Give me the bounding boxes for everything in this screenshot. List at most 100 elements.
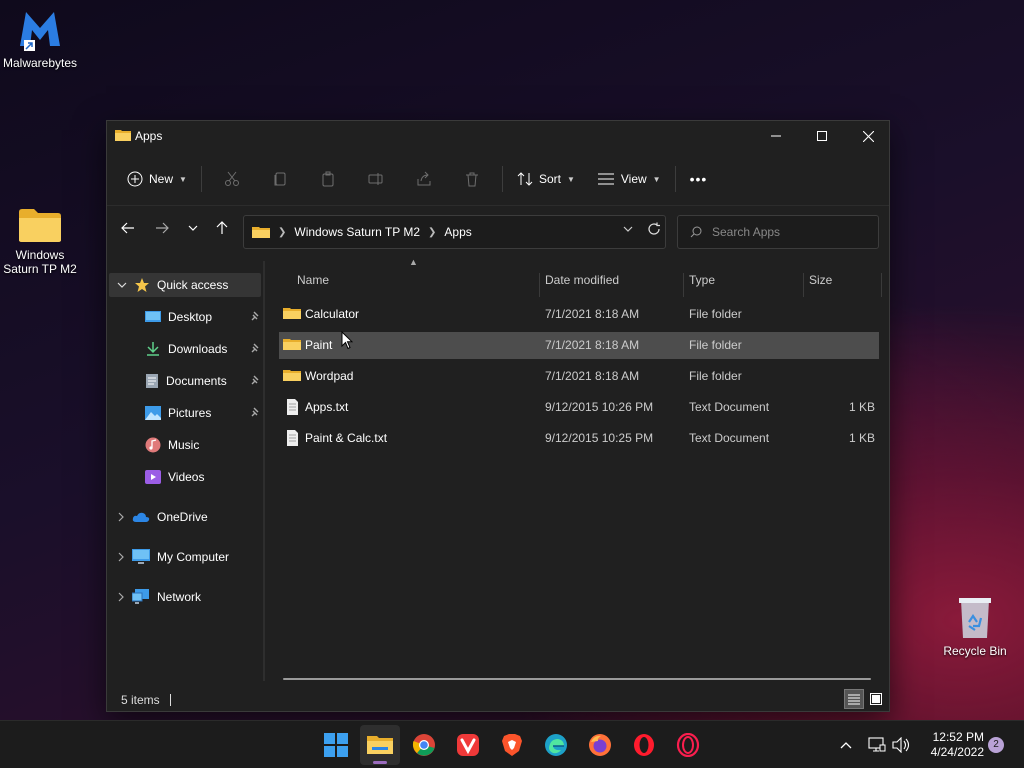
tiles-view-button[interactable]: [866, 689, 886, 709]
computer-icon: [132, 549, 150, 564]
file-row[interactable]: Wordpad 7/1/2021 8:18 AM File folder: [279, 363, 879, 390]
folder-icon: [283, 339, 301, 350]
taskbar-file-explorer[interactable]: [360, 725, 400, 765]
paste-button[interactable]: [304, 163, 352, 195]
sidebar-item-documents[interactable]: Documents: [145, 369, 261, 393]
see-more-button[interactable]: •••: [682, 163, 716, 195]
refresh-icon[interactable]: [647, 222, 661, 236]
edge-icon: [545, 734, 567, 756]
navigation-pane: Quick access Desktop Downloads Documents…: [107, 261, 265, 681]
back-button[interactable]: [115, 216, 141, 240]
file-size: 1 KB: [848, 431, 875, 445]
details-view-button[interactable]: [844, 689, 864, 709]
sidebar-item-label: OneDrive: [157, 510, 208, 524]
maximize-icon: [817, 131, 827, 141]
folder-icon: [19, 209, 61, 242]
view-list-icon: [597, 173, 614, 185]
column-header-date[interactable]: Date modified: [539, 273, 679, 297]
taskbar-vivaldi[interactable]: [448, 725, 488, 765]
sidebar-item-onedrive[interactable]: OneDrive: [117, 505, 261, 529]
horizontal-scrollbar[interactable]: [283, 678, 871, 680]
breadcrumb-segment[interactable]: Apps: [444, 225, 471, 239]
text-file-icon: [287, 399, 298, 415]
download-icon: [147, 342, 159, 356]
copy-icon: [274, 172, 286, 186]
notification-badge[interactable]: 2: [988, 737, 1004, 753]
start-button[interactable]: [316, 725, 356, 765]
column-header-label: Type: [689, 273, 716, 287]
sidebar-item-network[interactable]: Network: [117, 585, 261, 609]
rename-button[interactable]: [352, 163, 400, 195]
taskbar-chrome[interactable]: [404, 725, 444, 765]
toolbar-divider: [501, 166, 503, 192]
sort-label: Sort: [538, 172, 561, 186]
taskbar-opera-gx[interactable]: [668, 725, 708, 765]
up-button[interactable]: [209, 216, 235, 240]
copy-button[interactable]: [256, 163, 304, 195]
column-header-name[interactable]: Name: [297, 273, 537, 297]
sidebar-item-music[interactable]: Music: [145, 433, 261, 457]
column-header-label: Size: [809, 273, 833, 287]
recent-locations-button[interactable]: [180, 216, 206, 240]
network-status-button[interactable]: [868, 721, 886, 768]
column-header-size[interactable]: Size: [803, 273, 883, 297]
column-divider[interactable]: [881, 273, 882, 297]
maximize-button[interactable]: [799, 121, 845, 151]
show-hidden-icons-button[interactable]: [840, 721, 852, 768]
sidebar-item-label: My Computer: [157, 550, 230, 564]
column-header-type[interactable]: Type: [683, 273, 801, 297]
minimize-button[interactable]: [753, 121, 799, 151]
arrow-right-icon: [156, 222, 169, 234]
search-input[interactable]: [712, 225, 862, 239]
breadcrumb-segment[interactable]: Windows Saturn TP M2: [294, 225, 420, 239]
close-button[interactable]: [845, 121, 891, 151]
title-bar[interactable]: Apps: [107, 121, 889, 151]
file-row[interactable]: Calculator 7/1/2021 8:18 AM File folder: [279, 301, 879, 328]
sidebar-item-desktop[interactable]: Desktop: [145, 305, 261, 329]
delete-button[interactable]: [448, 163, 496, 195]
column-divider[interactable]: [683, 273, 684, 297]
recycle-bin-icon: [959, 598, 991, 638]
volume-button[interactable]: [892, 721, 910, 768]
desktop-icon-recycle-bin[interactable]: Recycle Bin: [935, 596, 1015, 658]
column-header-label: Date modified: [545, 273, 620, 287]
search-box[interactable]: [677, 215, 879, 249]
desktop-icon-label: Recycle Bin: [943, 644, 1007, 658]
column-divider[interactable]: [803, 273, 804, 297]
desktop-icon-windows-saturn[interactable]: Windows Saturn TP M2: [0, 206, 80, 276]
taskbar-brave[interactable]: [492, 725, 532, 765]
file-row[interactable]: Paint 7/1/2021 8:18 AM File folder: [279, 332, 879, 359]
address-bar[interactable]: ❯ Windows Saturn TP M2 ❯ Apps: [243, 215, 666, 249]
chevron-down-icon: ▼: [179, 174, 187, 184]
breadcrumb-chevron-icon: ❯: [278, 226, 287, 238]
view-button[interactable]: View ▼: [589, 163, 669, 195]
cut-button[interactable]: [208, 163, 256, 195]
sidebar-item-downloads[interactable]: Downloads: [145, 337, 261, 361]
navigation-bar: ❯ Windows Saturn TP M2 ❯ Apps: [107, 205, 889, 249]
forward-button[interactable]: [149, 216, 175, 240]
share-button[interactable]: [400, 163, 448, 195]
sidebar-item-quick-access[interactable]: Quick access: [109, 273, 261, 297]
desktop-icon-malwarebytes[interactable]: Malwarebytes: [0, 6, 80, 70]
file-row[interactable]: Paint & Calc.txt 9/12/2015 10:25 PM Text…: [279, 425, 879, 452]
file-row[interactable]: Apps.txt 9/12/2015 10:26 PM Text Documen…: [279, 394, 879, 421]
sidebar-item-my-computer[interactable]: My Computer: [117, 545, 261, 569]
sidebar-item-pictures[interactable]: Pictures: [145, 401, 261, 425]
taskbar-opera[interactable]: [624, 725, 664, 765]
chevron-down-icon[interactable]: [623, 225, 633, 233]
text-file-icon: [287, 430, 298, 446]
star-icon: [135, 278, 149, 292]
sidebar-item-videos[interactable]: Videos: [145, 465, 261, 489]
taskbar-firefox[interactable]: [580, 725, 620, 765]
column-divider[interactable]: [539, 273, 540, 297]
clock[interactable]: 12:52 PM 4/24/2022: [920, 730, 984, 760]
sort-button[interactable]: Sort ▼: [509, 163, 583, 195]
file-name: Calculator: [305, 307, 360, 321]
file-type: Text Document: [689, 400, 770, 414]
new-button[interactable]: New ▼: [119, 163, 195, 195]
videos-icon: [145, 470, 161, 484]
window-title: Apps: [135, 129, 163, 143]
taskbar-edge[interactable]: [536, 725, 576, 765]
chevron-up-icon: [840, 742, 852, 749]
file-type: Text Document: [689, 431, 770, 445]
